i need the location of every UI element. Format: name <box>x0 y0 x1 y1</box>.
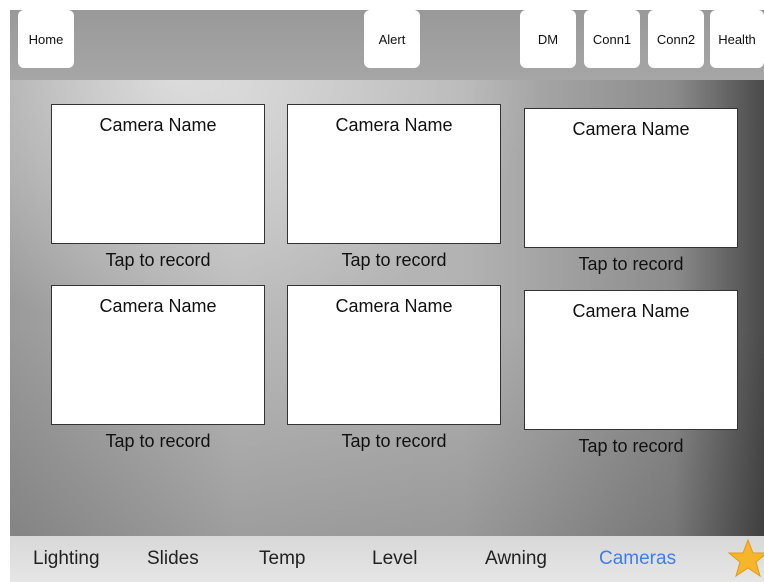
camera-name: Camera Name <box>99 115 217 135</box>
record-button[interactable]: Tap to record <box>51 250 265 271</box>
record-button[interactable]: Tap to record <box>524 254 738 275</box>
camera-name: Camera Name <box>335 115 453 135</box>
tab-awning[interactable]: Awning <box>485 548 547 570</box>
conn2-button[interactable]: Conn2 <box>648 10 704 68</box>
bottom-tab-bar: Lighting Slides Temp Level Awning Camera… <box>10 536 764 582</box>
tab-lighting[interactable]: Lighting <box>33 548 100 570</box>
camera-feed[interactable]: Camera Name <box>287 104 501 244</box>
home-button[interactable]: Home <box>18 10 74 68</box>
top-bar: Home Alert DM Conn1 Conn2 Health <box>10 10 764 80</box>
star-icon[interactable] <box>728 538 764 578</box>
tab-cameras[interactable]: Cameras <box>599 548 676 570</box>
star-shape <box>728 538 764 578</box>
camera-feed[interactable]: Camera Name <box>524 290 738 430</box>
camera-name: Camera Name <box>572 301 690 321</box>
dm-button[interactable]: DM <box>520 10 576 68</box>
camera-card[interactable]: Camera Name Tap to record <box>524 290 738 457</box>
conn1-button[interactable]: Conn1 <box>584 10 640 68</box>
record-button[interactable]: Tap to record <box>287 431 501 452</box>
camera-card[interactable]: Camera Name Tap to record <box>51 285 265 452</box>
camera-name: Camera Name <box>335 296 453 316</box>
camera-feed[interactable]: Camera Name <box>51 285 265 425</box>
camera-card[interactable]: Camera Name Tap to record <box>287 104 501 271</box>
record-button[interactable]: Tap to record <box>524 436 738 457</box>
camera-name: Camera Name <box>572 119 690 139</box>
tab-temp[interactable]: Temp <box>259 548 305 570</box>
camera-name: Camera Name <box>99 296 217 316</box>
camera-card[interactable]: Camera Name Tap to record <box>287 285 501 452</box>
record-button[interactable]: Tap to record <box>287 250 501 271</box>
camera-feed[interactable]: Camera Name <box>51 104 265 244</box>
health-button[interactable]: Health <box>710 10 764 68</box>
camera-feed[interactable]: Camera Name <box>524 108 738 248</box>
camera-card[interactable]: Camera Name Tap to record <box>51 104 265 271</box>
alert-button[interactable]: Alert <box>364 10 420 68</box>
tab-level[interactable]: Level <box>372 548 417 570</box>
app-screen: Home Alert DM Conn1 Conn2 Health Camera … <box>10 10 764 582</box>
record-button[interactable]: Tap to record <box>51 431 265 452</box>
camera-card[interactable]: Camera Name Tap to record <box>524 108 738 275</box>
tab-slides[interactable]: Slides <box>147 548 199 570</box>
camera-feed[interactable]: Camera Name <box>287 285 501 425</box>
